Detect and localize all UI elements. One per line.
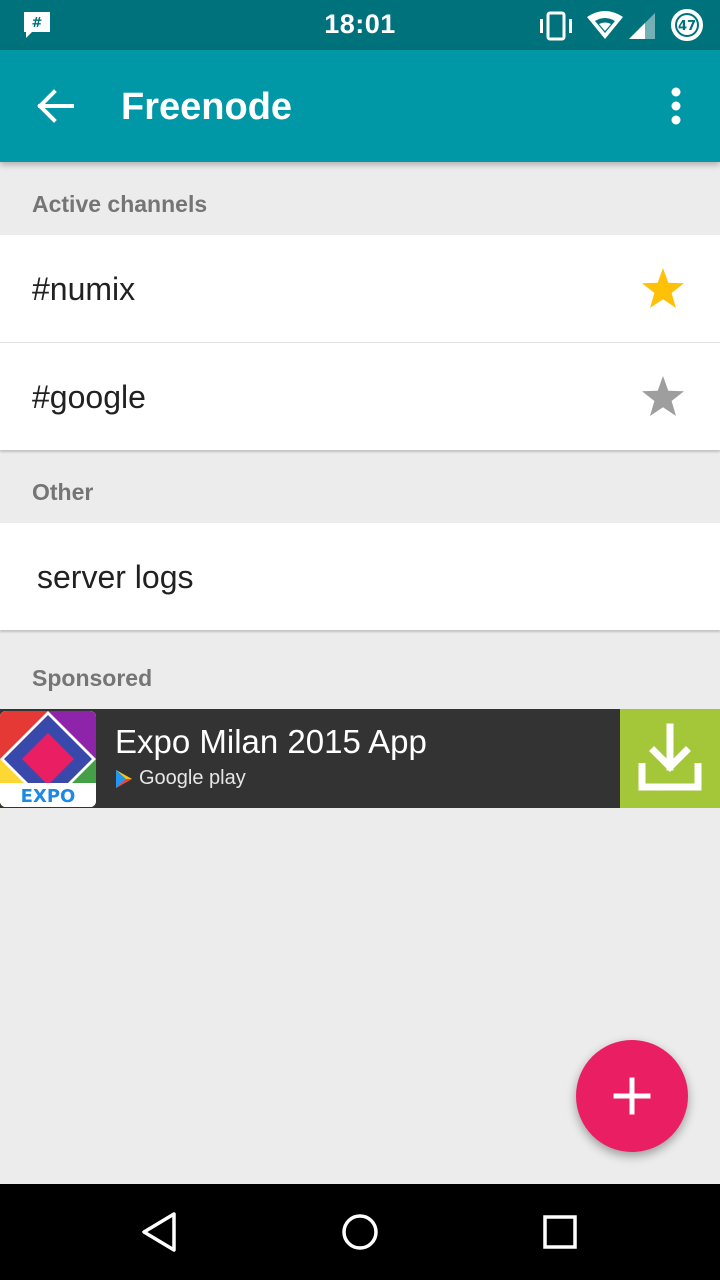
status-bar: # 18:01 47 [0,0,720,50]
download-icon [638,723,702,791]
section-header-active-channels: Active channels [32,191,208,217]
home-nav-icon[interactable] [336,1208,384,1256]
channel-row[interactable]: #google [0,343,720,450]
page-title: Freenode [121,86,293,128]
expo-app-logo: EXPO [0,711,96,807]
expo-logo-text: EXPO [21,786,76,807]
back-arrow-icon[interactable] [30,80,82,132]
server-logs-label: server logs [37,559,194,595]
app-bar: Freenode [0,50,720,162]
wifi-icon [587,11,623,39]
battery-icon: 47 [671,9,703,41]
channel-name: #numix [32,271,136,307]
download-button[interactable] [620,709,720,808]
channel-row[interactable]: #numix [0,235,720,343]
vibrate-icon [540,11,572,41]
active-channels-list: #numix #google [0,235,720,450]
system-nav-bar [0,1184,720,1280]
plus-icon [613,1077,651,1115]
star-outline-icon[interactable] [640,374,686,420]
recents-nav-icon[interactable] [536,1208,584,1256]
ad-store-badge: Google play [115,767,246,790]
overflow-menu-icon[interactable] [652,80,700,132]
ad-store-label: Google play [139,767,246,789]
back-nav-icon[interactable] [136,1208,184,1256]
section-header-other: Other [32,479,94,505]
battery-level: 47 [678,19,696,34]
ad-title: Expo Milan 2015 App [115,723,427,760]
sponsored-ad-banner[interactable]: EXPO Expo Milan 2015 App Google play [0,709,720,808]
signal-icon [629,13,655,39]
star-filled-icon[interactable] [640,266,686,312]
section-header-sponsored: Sponsored [32,665,153,691]
add-channel-button[interactable] [576,1040,688,1152]
other-list: server logs [0,523,720,630]
channel-name: #google [32,379,146,415]
google-play-icon [116,769,132,788]
server-logs-row[interactable]: server logs [0,523,720,630]
